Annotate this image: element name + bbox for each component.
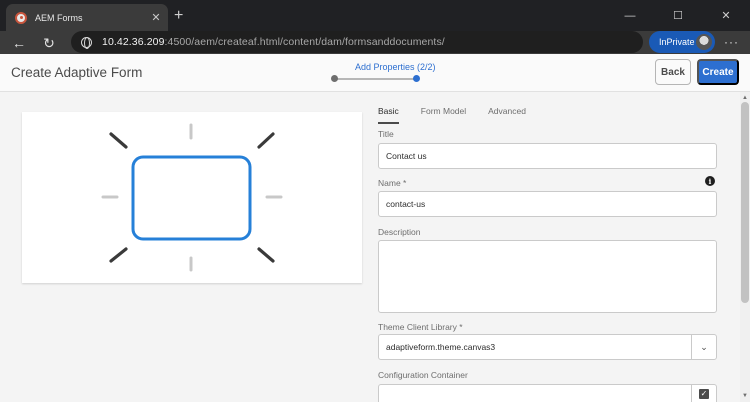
wizard-step-label: Add Properties (2/2) xyxy=(355,62,436,72)
app-header: Create Adaptive Form Add Properties (2/2… xyxy=(0,54,750,92)
chevron-down-icon: ⌄ xyxy=(700,341,708,352)
tab-title: AEM Forms xyxy=(35,12,83,23)
wizard-step-1-dot[interactable] xyxy=(331,75,338,82)
name-label: Name * xyxy=(378,178,407,188)
wizard-step-2-dot xyxy=(413,75,420,82)
inprivate-label: InPrivate xyxy=(659,37,695,47)
inprivate-button[interactable]: InPrivate xyxy=(649,31,715,53)
template-preview xyxy=(22,112,362,283)
refresh-icon[interactable]: ↻ xyxy=(39,33,59,53)
page-title: Create Adaptive Form xyxy=(11,65,143,80)
globe-icon xyxy=(81,36,92,49)
description-label: Description xyxy=(378,227,421,237)
url-path: :4500/aem/createaf.html/content/dam/form… xyxy=(164,36,445,48)
title-label: Title xyxy=(378,129,394,139)
tab-advanced[interactable]: Advanced xyxy=(488,106,526,124)
tab-basic[interactable]: Basic xyxy=(378,106,399,124)
browser-tabstrip: AEM Forms ✕ + — ☐ ✕ xyxy=(0,0,750,31)
theme-dropdown-button[interactable]: ⌄ xyxy=(691,334,717,360)
theme-input[interactable]: adaptiveform.theme.canvas3 xyxy=(378,334,692,360)
config-picker-button[interactable]: ✓ xyxy=(691,384,717,402)
more-menu-icon[interactable]: ··· xyxy=(724,35,739,49)
back-button[interactable]: Back xyxy=(655,59,691,85)
address-bar[interactable]: 10.42.36.209:4500/aem/createaf.html/cont… xyxy=(71,31,643,53)
theme-label: Theme Client Library * xyxy=(378,322,463,332)
scroll-up-arrow-icon[interactable]: ▲ xyxy=(742,95,748,101)
info-icon[interactable]: i xyxy=(705,176,715,186)
browser-tab[interactable]: AEM Forms ✕ xyxy=(6,4,168,31)
config-container-input[interactable] xyxy=(378,384,692,402)
new-tab-button[interactable]: + xyxy=(174,7,183,25)
maximize-button[interactable]: ☐ xyxy=(654,0,702,31)
create-button[interactable]: Create xyxy=(697,59,739,85)
scroll-down-arrow-icon[interactable]: ▼ xyxy=(742,393,748,399)
profile-avatar-icon xyxy=(696,34,712,50)
select-check-icon: ✓ xyxy=(699,389,709,399)
wizard-progress-line xyxy=(334,78,418,80)
blank-template-icon xyxy=(101,123,283,272)
window-controls: — ☐ ✕ xyxy=(606,0,750,31)
title-input[interactable]: Contact us xyxy=(378,143,717,169)
properties-tabs: Basic Form Model Advanced xyxy=(378,106,548,124)
tab-form-model[interactable]: Form Model xyxy=(421,106,466,124)
url-host: 10.42.36.209 xyxy=(102,36,165,48)
name-input[interactable]: contact-us xyxy=(378,191,717,217)
close-window-button[interactable]: ✕ xyxy=(702,0,750,31)
browser-toolbar: ← ↻ 10.42.36.209:4500/aem/createaf.html/… xyxy=(0,31,750,54)
aem-favicon-icon xyxy=(15,11,27,24)
aem-create-form-page: Create Adaptive Form Add Properties (2/2… xyxy=(0,54,750,402)
url-text: 10.42.36.209:4500/aem/createaf.html/cont… xyxy=(102,36,445,48)
minimize-button[interactable]: — xyxy=(606,0,654,31)
back-arrow-icon[interactable]: ← xyxy=(9,33,29,53)
config-container-label: Configuration Container xyxy=(378,370,468,380)
scrollbar-thumb[interactable] xyxy=(741,102,749,303)
tab-close-icon[interactable]: ✕ xyxy=(148,11,164,24)
description-textarea[interactable] xyxy=(378,240,717,313)
